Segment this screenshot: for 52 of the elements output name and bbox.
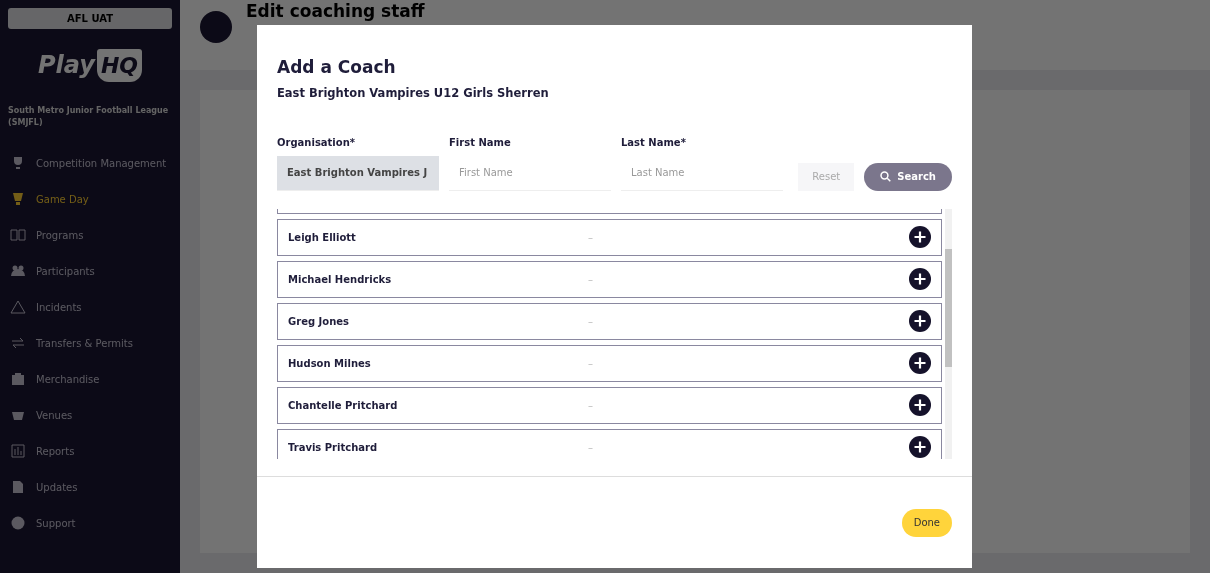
coach-name: Leigh Elliott — [288, 230, 357, 245]
add-icon[interactable] — [909, 436, 931, 459]
search-button[interactable]: Search — [864, 162, 952, 191]
sidebar-item[interactable]: Programs — [8, 217, 172, 253]
trophy-icon — [10, 191, 26, 207]
coach-name: Hudson Milnes — [288, 356, 372, 371]
organisation-name: South Metro Junior Football League (SMJFL) — [8, 105, 170, 129]
detail-text: – — [588, 398, 594, 413]
detail-text: – — [588, 230, 594, 245]
sidebar-item[interactable]: Competition Management — [8, 145, 172, 181]
coach-name: Travis Pritchard — [288, 440, 379, 455]
reset-button[interactable]: Reset — [798, 162, 855, 191]
done-button[interactable]: Done — [901, 508, 952, 537]
add-icon[interactable] — [909, 394, 931, 417]
sidebar-item[interactable]: Updates — [8, 469, 172, 505]
sidebar-item[interactable]: Incidents — [8, 289, 172, 325]
book-icon — [10, 227, 26, 243]
sidebar-item[interactable]: Merchandise — [8, 361, 172, 397]
people-icon — [10, 263, 26, 279]
scrollbar[interactable] — [945, 208, 952, 459]
detail-text: – — [588, 356, 594, 371]
box-icon — [10, 371, 26, 387]
add-icon[interactable] — [909, 268, 931, 291]
field-label: Organisation* — [277, 135, 356, 150]
add-icon[interactable] — [909, 226, 931, 249]
search-icon — [880, 171, 892, 183]
sidebar-item[interactable]: Transfers & Permits — [8, 325, 172, 361]
sidebar-item[interactable]: Participants — [8, 253, 172, 289]
warning-icon — [10, 299, 26, 315]
coach-name: Chantelle Pritchard — [288, 398, 399, 413]
sidebar-item[interactable]: Support — [8, 505, 172, 541]
modal-title: Add a Coach — [277, 57, 397, 78]
arrows-icon — [10, 335, 26, 351]
coach-name: Greg Jones — [288, 314, 350, 329]
add-icon[interactable] — [909, 310, 931, 333]
modal-subtitle: East Brighton Vampires U12 Girls Sherren — [277, 85, 550, 103]
logo-text: Play — [37, 50, 95, 81]
chart-icon — [10, 443, 26, 459]
field-label: First Name — [449, 135, 512, 150]
detail-text: – — [588, 440, 594, 455]
detail-text: – — [588, 272, 594, 287]
page-title: Edit coaching staff — [246, 1, 425, 22]
environment-badge: AFL UAT — [8, 8, 172, 29]
coach-name: Michael Hendricks — [288, 272, 393, 287]
document-icon — [10, 479, 26, 495]
sidebar-item[interactable]: Venues — [8, 397, 172, 433]
sidebar-item[interactable]: Reports — [8, 433, 172, 469]
field-label: Last Name* — [621, 135, 687, 150]
logo-badge: HQ — [96, 48, 142, 82]
add-icon[interactable] — [909, 352, 931, 375]
sidebar-item[interactable]: Game Day — [8, 181, 172, 217]
detail-text: – — [588, 314, 594, 329]
